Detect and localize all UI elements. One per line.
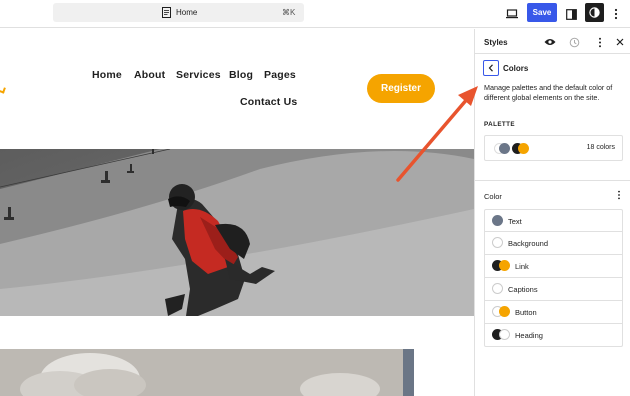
styles-toggle-button[interactable]: [585, 3, 604, 22]
more-options-icon[interactable]: [607, 5, 625, 23]
command-palette-bar[interactable]: Home ⌘K: [53, 3, 304, 22]
site-editor-canvas: Home About Services Blog Pages Contact U…: [0, 29, 474, 396]
color-swatch: [499, 260, 510, 271]
nav-link-contact-us[interactable]: Contact Us: [240, 96, 297, 108]
revisions-history-icon[interactable]: [566, 34, 582, 50]
chevron-left-icon: [488, 64, 493, 72]
hero-image-snowboarder: [0, 149, 474, 316]
nav-link-home[interactable]: Home: [92, 69, 122, 81]
nav-link-about[interactable]: About: [134, 69, 165, 81]
color-swatch: [492, 237, 503, 248]
secondary-image-clouds: [0, 349, 414, 396]
color-swatch: [499, 329, 510, 340]
color-swatch: [492, 283, 503, 294]
nav-link-services[interactable]: Services: [176, 69, 221, 81]
color-options-icon[interactable]: [614, 190, 624, 200]
color-item-button[interactable]: Button: [484, 301, 623, 324]
nav-link-blog[interactable]: Blog: [229, 69, 253, 81]
page-icon: [162, 7, 171, 18]
color-swatch: [499, 306, 510, 317]
palette-label: PALETTE: [484, 121, 516, 128]
color-item-label: Background: [508, 239, 549, 248]
color-item-background[interactable]: Background: [484, 232, 623, 255]
command-bar-title: Home: [176, 8, 198, 17]
device-preview-icon[interactable]: [503, 5, 521, 23]
palette-button[interactable]: 18 colors: [484, 135, 623, 161]
color-item-label: Heading: [515, 331, 543, 340]
palette-swatch: [518, 143, 529, 154]
palette-count: 18 colors: [586, 144, 615, 151]
color-swatch: [492, 215, 503, 226]
back-button[interactable]: [483, 60, 499, 76]
nav-link-pages[interactable]: Pages: [264, 69, 296, 81]
styles-sidebar: Styles Colors Manage palettes and the de…: [474, 29, 630, 396]
color-item-label: Button: [515, 308, 537, 317]
settings-sidebar-icon[interactable]: [562, 5, 580, 23]
editor-top-toolbar: Home ⌘K Save: [0, 0, 630, 28]
section-divider: [475, 180, 630, 181]
color-item-label: Link: [515, 262, 529, 271]
color-item-text[interactable]: Text: [484, 209, 623, 232]
panel-more-options-icon[interactable]: [592, 34, 608, 50]
command-shortcut: ⌘K: [282, 8, 296, 17]
colors-description: Manage palettes and the default color of…: [484, 83, 613, 102]
color-item-link[interactable]: Link: [484, 255, 623, 278]
panel-title: Styles: [484, 38, 508, 47]
save-button[interactable]: Save: [527, 3, 557, 22]
site-logo-fragment: [0, 86, 6, 94]
color-item-label: Captions: [508, 285, 538, 294]
color-section-label: Color: [484, 192, 502, 201]
half-circle-contrast-icon: [589, 7, 600, 18]
color-item-captions[interactable]: Captions: [484, 278, 623, 301]
register-button[interactable]: Register: [367, 74, 435, 103]
color-item-label: Text: [508, 217, 522, 226]
header-divider: [475, 53, 630, 54]
color-item-heading[interactable]: Heading: [484, 324, 623, 347]
close-icon[interactable]: [612, 34, 628, 50]
palette-swatch: [499, 143, 510, 154]
eye-icon[interactable]: [542, 34, 558, 50]
colors-section-title: Colors: [503, 64, 529, 73]
